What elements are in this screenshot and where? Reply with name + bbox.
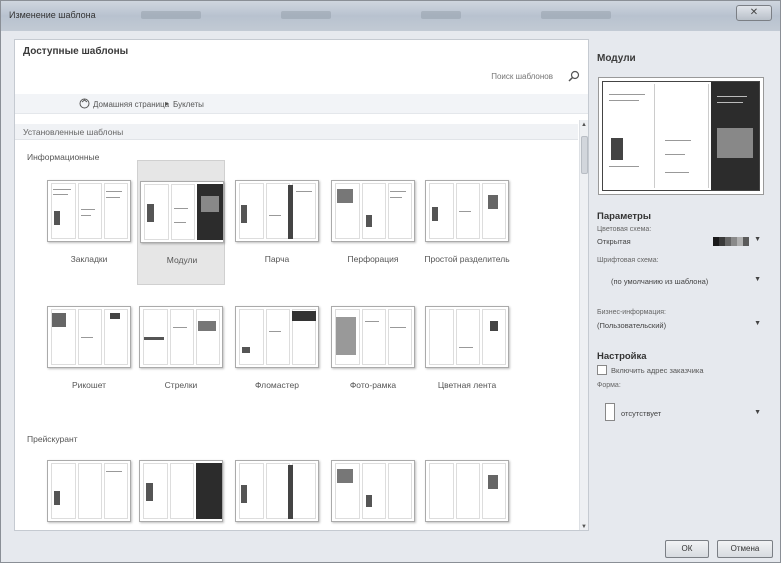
business-info-label: Бизнес-информация: <box>597 309 666 316</box>
title-bar-decoration <box>141 11 201 19</box>
template-label: Парча <box>264 254 290 264</box>
search-input[interactable] <box>385 68 561 84</box>
template-preview <box>598 77 764 195</box>
template-tile[interactable] <box>329 450 417 530</box>
breadcrumb: Домашняя страница ▸ Буклеты <box>15 94 588 114</box>
template-tile[interactable]: Простой разделитель <box>423 170 511 295</box>
setup-header: Настройка <box>597 351 647 362</box>
search-icon[interactable] <box>567 69 581 83</box>
include-address-checkbox[interactable] <box>597 365 607 375</box>
dropdown-arrow-icon: ▼ <box>754 276 761 283</box>
template-thumbnail <box>47 306 131 368</box>
selected-template-title: Модули <box>597 53 636 64</box>
dropdown-arrow-icon: ▼ <box>754 236 761 243</box>
search-box <box>385 68 581 84</box>
template-thumbnail <box>47 180 131 242</box>
breadcrumb-home[interactable]: Домашняя страница <box>93 100 169 109</box>
template-tile[interactable]: Парча <box>233 170 321 295</box>
template-tile[interactable] <box>233 450 321 530</box>
template-tile[interactable] <box>137 450 225 530</box>
dropdown-arrow-icon: ▼ <box>754 320 761 327</box>
color-scheme-dropdown[interactable]: Открытая ▼ <box>597 235 763 249</box>
template-tile[interactable]: Цветная лента <box>423 296 511 421</box>
scroll-down-icon[interactable]: ▼ <box>581 524 587 530</box>
template-thumbnail <box>139 306 223 368</box>
dialog-footer: ОК Отмена <box>1 537 780 562</box>
template-label: Фломастер <box>254 380 300 390</box>
font-scheme-value: (по умолчанию из шаблона) <box>611 277 709 286</box>
panel-heading: Доступные шаблоны <box>23 46 129 57</box>
template-label: Закладки <box>70 254 108 264</box>
color-scheme-value: Открытая <box>597 237 631 246</box>
installed-templates-header: Установленные шаблоны <box>15 124 578 140</box>
breadcrumb-separator: ▸ <box>165 99 170 108</box>
template-tile[interactable] <box>423 450 511 530</box>
parameters-header: Параметры <box>597 211 651 222</box>
template-tile[interactable]: Закладки <box>45 170 133 295</box>
include-address-label: Включить адрес заказчика <box>611 366 704 375</box>
template-tile[interactable]: Стрелки <box>137 296 225 421</box>
home-icon[interactable] <box>79 98 90 109</box>
template-label: Стрелки <box>164 380 198 390</box>
template-thumbnail <box>425 306 509 368</box>
ok-button[interactable]: ОК <box>665 540 709 558</box>
template-thumbnail <box>235 180 319 242</box>
close-button[interactable]: ✕ <box>736 5 772 21</box>
form-label: Форма: <box>597 382 621 389</box>
business-info-value: (Пользовательский) <box>597 321 667 330</box>
template-thumbnail <box>140 181 224 243</box>
template-thumbnail <box>425 460 509 522</box>
template-tile-selected[interactable]: Модули <box>137 160 225 285</box>
dropdown-arrow-icon: ▼ <box>754 409 761 416</box>
form-shape-preview <box>605 403 615 421</box>
business-info-dropdown[interactable]: (Пользовательский) ▼ <box>597 319 763 333</box>
template-thumbnail <box>47 460 131 522</box>
vertical-scrollbar[interactable]: ▲ ▼ <box>579 120 588 530</box>
template-label: Цветная лента <box>437 380 497 390</box>
template-thumbnail <box>331 460 415 522</box>
form-dropdown[interactable]: отсутствует ▼ <box>597 399 763 427</box>
title-bar-decoration <box>281 11 331 19</box>
template-thumbnail <box>331 180 415 242</box>
scroll-up-icon[interactable]: ▲ <box>581 122 587 128</box>
font-scheme-label: Шрифтовая схема: <box>597 257 659 264</box>
templates-scroll-area: Установленные шаблоны Информационные Зак… <box>15 120 578 530</box>
template-label: Модули <box>166 255 198 265</box>
template-label: Перфорация <box>347 254 399 264</box>
window-title: Изменение шаблона <box>9 10 96 20</box>
template-tile[interactable] <box>45 450 133 530</box>
title-bar-decoration <box>421 11 461 19</box>
group-header-pricelist: Прейскурант <box>27 434 78 444</box>
scrollbar-thumb[interactable] <box>581 136 588 174</box>
breadcrumb-current: Буклеты <box>173 100 204 109</box>
template-details-panel: Модули Параметры Цветовая схема: Открыта… <box>593 39 771 531</box>
template-tile[interactable]: Перфорация <box>329 170 417 295</box>
template-thumbnail <box>235 460 319 522</box>
template-label: Рикошет <box>71 380 107 390</box>
template-thumbnail <box>425 180 509 242</box>
template-thumbnail <box>139 460 223 522</box>
font-scheme-dropdown[interactable]: (по умолчанию из шаблона) ▼ <box>597 275 763 301</box>
template-tile[interactable]: Фото-рамка <box>329 296 417 421</box>
template-tile[interactable]: Фломастер <box>233 296 321 421</box>
form-value: отсутствует <box>621 409 662 418</box>
title-bar[interactable]: Изменение шаблона ✕ <box>1 1 780 31</box>
template-label: Фото-рамка <box>349 380 397 390</box>
template-label: Простой разделитель <box>424 254 510 264</box>
template-tile[interactable]: Рикошет <box>45 296 133 421</box>
template-thumbnail <box>331 306 415 368</box>
color-scheme-label: Цветовая схема: <box>597 226 652 233</box>
color-scheme-swatch <box>713 237 749 246</box>
group-header-informational: Информационные <box>27 152 100 162</box>
title-bar-decoration <box>541 11 611 19</box>
template-thumbnail <box>235 306 319 368</box>
cancel-button[interactable]: Отмена <box>717 540 773 558</box>
dialog-window: Изменение шаблона ✕ Доступные шаблоны До… <box>0 0 781 563</box>
available-templates-panel: Доступные шаблоны Домашняя страница ▸ Бу… <box>14 39 589 531</box>
